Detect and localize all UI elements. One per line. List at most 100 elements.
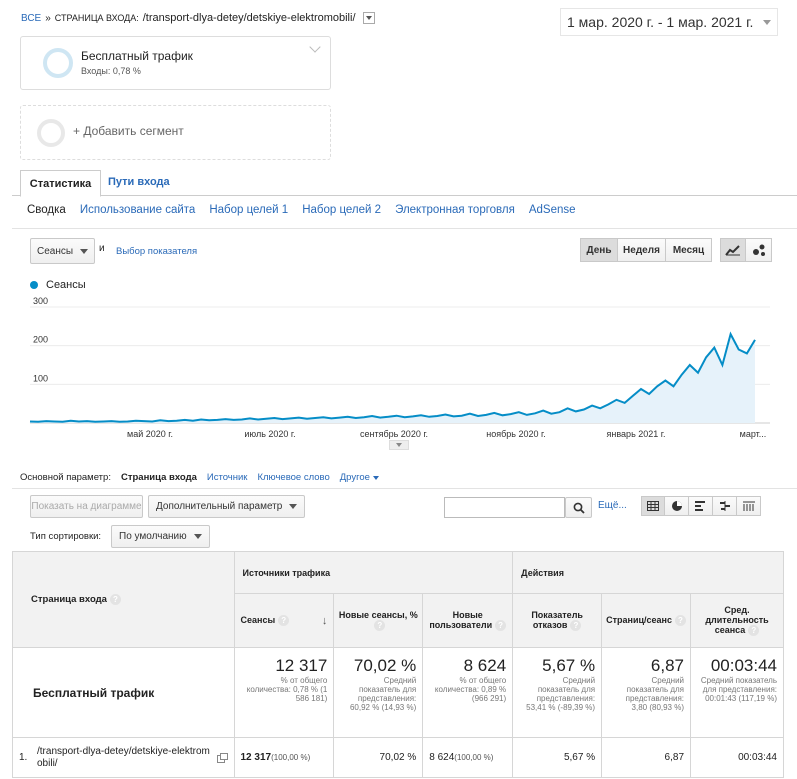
x-tick-label: сентябрь 2020 г. <box>360 429 428 439</box>
breadcrumb: ВСЕ » СТРАНИЦА ВХОДА: /transport-dlya-de… <box>21 12 375 24</box>
column-header-bounce-rate[interactable]: Показатель отказов? <box>512 593 603 648</box>
dimension-keyword[interactable]: Ключевое слово <box>257 472 329 483</box>
dimension-bar: Основной параметр: Страница входа Источн… <box>20 472 379 483</box>
plot-rows-label: Показать на диаграмме <box>31 501 142 512</box>
subnav-goal-set-2[interactable]: Набор целей 2 <box>302 204 381 216</box>
column-header-pages-per-session[interactable]: Страниц/сеанс? <box>601 593 692 648</box>
row-page-link[interactable]: /transport-dlya-detey/detskiye-elektromo… <box>37 746 214 770</box>
advanced-filter-link[interactable]: Ещё... <box>598 500 627 511</box>
row-sessions-value: 12 317 <box>240 752 272 763</box>
new-sessions-header-label: Новые сеансы, % <box>338 609 418 620</box>
line-chart-button[interactable] <box>720 238 746 262</box>
help-icon[interactable]: ? <box>278 614 290 626</box>
subnav-divider <box>12 228 797 229</box>
dimension-source[interactable]: Источник <box>207 472 248 483</box>
dimension-other[interactable]: Другое <box>340 472 379 483</box>
row-bounce-value: 5,67 % <box>563 752 596 763</box>
help-icon[interactable]: ? <box>374 620 386 632</box>
dimension-label: Основной параметр: <box>20 472 111 483</box>
help-icon[interactable]: ? <box>674 615 686 627</box>
period-week-button[interactable]: Неделя <box>618 238 666 262</box>
chart-legend: Сеансы <box>30 279 86 291</box>
help-icon[interactable]: ? <box>748 625 760 637</box>
view-performance-button[interactable] <box>689 496 713 516</box>
table-row[interactable]: 1. /transport-dlya-detey/detskiye-elektr… <box>12 737 784 778</box>
column-header-new-sessions[interactable]: Новые сеансы, %? <box>333 593 424 648</box>
period-month-label: Месяц <box>672 244 705 256</box>
table-view-toggle <box>641 496 761 516</box>
chevron-down-icon <box>80 248 88 254</box>
table-search-input[interactable] <box>444 497 565 518</box>
view-comparison-button[interactable] <box>713 496 737 516</box>
help-icon[interactable]: ? <box>495 620 507 632</box>
row-new-sessions: 70,02 % <box>333 737 424 778</box>
period-toggle: День Неделя Месяц <box>580 238 712 262</box>
summary-pages-note: Средний показатель для представления: 3,… <box>625 676 685 712</box>
breadcrumb-path: /transport-dlya-detey/detskiye-elektromo… <box>142 12 356 24</box>
pivot-icon <box>742 501 755 511</box>
row-index: 1. <box>19 752 28 763</box>
chart-expand-handle[interactable] <box>389 440 409 450</box>
row-duration-value: 00:03:44 <box>738 752 777 763</box>
breadcrumb-separator: » <box>45 12 51 24</box>
tab-statistics[interactable]: Статистика <box>20 170 101 197</box>
column-header-sessions[interactable]: Сеансы? ↓ <box>233 593 335 648</box>
search-button[interactable] <box>565 497 592 518</box>
pie-chart-icon <box>671 501 682 511</box>
view-pivot-button[interactable] <box>737 496 761 516</box>
y-tick-label: 300 <box>33 296 48 306</box>
subnav-ecommerce[interactable]: Электронная торговля <box>395 204 515 216</box>
chevron-down-icon[interactable] <box>309 41 321 53</box>
summary-row: Бесплатный трафик 12 317% от общего коли… <box>12 647 784 738</box>
date-range-picker[interactable]: 1 мар. 2020 г. - 1 мар. 2021 г. <box>560 8 778 36</box>
add-segment-card[interactable]: + Добавить сегмент <box>20 105 331 160</box>
segment-title: Бесплатный трафик <box>81 49 193 63</box>
help-icon[interactable]: ? <box>109 593 121 605</box>
period-month-button[interactable]: Месяц <box>666 238 712 262</box>
subnav-summary[interactable]: Сводка <box>27 204 66 216</box>
segment-ring-icon <box>43 48 73 78</box>
column-header-new-users[interactable]: Новые пользователи? <box>422 593 514 648</box>
motion-chart-button[interactable] <box>746 238 772 262</box>
view-table-button[interactable] <box>641 496 665 516</box>
group-traffic-label: Источники трафика <box>242 567 331 578</box>
breadcrumb-root[interactable]: ВСЕ <box>21 13 41 24</box>
sort-desc-icon[interactable]: ↓ <box>322 615 328 627</box>
column-header-avg-duration[interactable]: Сред. длительность сеанса? <box>690 593 784 648</box>
metric-pick-link[interactable]: Выбор показателя <box>116 246 197 257</box>
tab-statistics-label: Статистика <box>29 177 92 190</box>
subnav-goal-set-1[interactable]: Набор целей 1 <box>209 204 288 216</box>
sort-type-value: По умолчанию <box>119 531 187 542</box>
tab-entrance-paths[interactable]: Пути входа <box>108 176 170 188</box>
period-day-button[interactable]: День <box>580 238 618 262</box>
external-link-icon[interactable] <box>216 752 228 763</box>
summary-sessions-note: % от общего количества: 0,78 % (1 586 18… <box>246 676 328 703</box>
secondary-dimension-select[interactable]: Дополнительный параметр <box>148 495 305 518</box>
segment-card-organic[interactable]: Бесплатный трафик Входы: 0,78 % <box>20 36 331 90</box>
row-new-sessions-value: 70,02 % <box>379 752 417 763</box>
metric-select[interactable]: Сеансы <box>30 238 95 264</box>
row-page-cell: 1. /transport-dlya-detey/detskiye-elektr… <box>12 737 235 778</box>
breadcrumb-dropdown-button[interactable] <box>362 12 375 24</box>
subnav-site-usage[interactable]: Использование сайта <box>80 204 195 216</box>
new-users-header-label: Новые пользователи <box>429 609 493 630</box>
row-new-users-pct: (100,00 %) <box>454 753 494 762</box>
comparison-icon <box>719 501 730 511</box>
metric-and-label: и <box>99 243 105 254</box>
date-range-label: 1 мар. 2020 г. - 1 мар. 2021 г. <box>567 14 754 30</box>
x-tick-label: ноябрь 2020 г. <box>486 429 545 439</box>
summary-new-sessions-value: 70,02 % <box>353 656 417 675</box>
secondary-dimension-label: Дополнительный параметр <box>156 501 283 512</box>
period-day-label: День <box>586 244 612 256</box>
subnav-adsense[interactable]: AdSense <box>529 204 576 216</box>
view-pie-button[interactable] <box>665 496 689 516</box>
sort-type-select[interactable]: По умолчанию <box>111 525 210 548</box>
plot-rows-button[interactable]: Показать на диаграмме <box>30 495 143 518</box>
summary-bounce: 5,67 % Средний показатель для представлен… <box>512 647 603 738</box>
y-tick-label: 100 <box>33 373 48 383</box>
legend-dot-icon <box>30 281 38 289</box>
help-icon[interactable]: ? <box>570 620 582 632</box>
chart-area-fill <box>30 334 755 423</box>
column-header-landing-page[interactable]: Страница входа? <box>12 551 235 648</box>
row-pages-value: 6,87 <box>664 752 685 763</box>
